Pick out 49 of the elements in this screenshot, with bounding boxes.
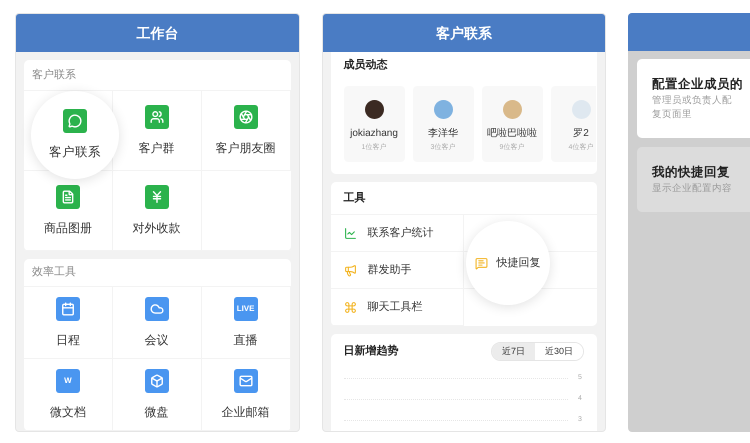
chat-bubble-icon xyxy=(63,108,87,133)
cloud-icon xyxy=(144,296,169,320)
tool-item[interactable]: 快捷回复 xyxy=(466,221,550,305)
command-icon xyxy=(344,300,356,314)
tool-item[interactable]: 聊天工具栏 xyxy=(344,298,422,316)
app-tile[interactable]: 微盘 xyxy=(144,368,169,420)
card-text: 管理员或负责人配 xyxy=(652,94,733,108)
tool-item[interactable]: 联系客户统计 xyxy=(344,224,434,242)
reply-card[interactable]: 配置企业成员的 管理员或负责人配 复页面里 xyxy=(637,59,750,138)
app-tile[interactable]: 日程 xyxy=(56,296,80,348)
document-icon xyxy=(56,184,80,208)
section-heading: 成员动态 xyxy=(344,58,388,72)
header-title: 客户联系 xyxy=(436,24,492,42)
app-tile[interactable]: 客户群 xyxy=(138,104,175,156)
section-heading: 工具 xyxy=(344,190,366,206)
live-icon: LIVE xyxy=(234,296,258,320)
header-title: 工作台 xyxy=(136,24,178,42)
reply-card[interactable]: 我的快捷回复 显示企业配置内容 xyxy=(637,146,750,212)
box-icon xyxy=(144,368,169,392)
calendar-icon xyxy=(56,296,80,320)
message-icon xyxy=(475,256,488,270)
document-icon: W xyxy=(56,368,80,392)
app-tile[interactable]: 企业邮箱 xyxy=(222,368,270,420)
yen-icon xyxy=(144,184,169,208)
range-tab[interactable]: 近7日 xyxy=(492,343,535,360)
app-tile[interactable]: 对外收款 xyxy=(132,184,181,236)
section-heading: 效率工具 xyxy=(32,264,76,280)
people-icon xyxy=(144,104,169,128)
app-tile[interactable]: W 微文档 xyxy=(50,368,86,420)
card-text: 复页面里 xyxy=(652,108,693,122)
megaphone-icon xyxy=(344,264,356,276)
aperture-icon xyxy=(234,104,258,128)
member-name: jokiazhang xyxy=(350,127,398,141)
app-tile[interactable]: LIVE 直播 xyxy=(234,296,258,348)
member-name: 罗2 xyxy=(573,127,589,141)
app-tile[interactable]: 商品图册 xyxy=(44,184,92,236)
section-heading: 客户联系 xyxy=(32,68,76,83)
card-title: 我的快捷回复 xyxy=(652,164,731,181)
chart-title: 日新增趋势 xyxy=(344,344,398,360)
card-text: 显示企业配置内容 xyxy=(652,182,733,196)
line-chart-icon xyxy=(344,226,356,240)
member-name: 吧啦巴啦啦 xyxy=(487,126,537,141)
app-tile[interactable]: 客户朋友圈 xyxy=(216,104,276,156)
mail-icon xyxy=(234,368,258,392)
card-title: 配置企业成员的 xyxy=(652,76,744,93)
app-tile[interactable]: 客户联系 xyxy=(31,91,119,179)
tool-item[interactable]: 群发助手 xyxy=(344,262,412,278)
member-name: 李洋华 xyxy=(428,126,458,141)
app-tile[interactable]: 会议 xyxy=(144,296,169,348)
